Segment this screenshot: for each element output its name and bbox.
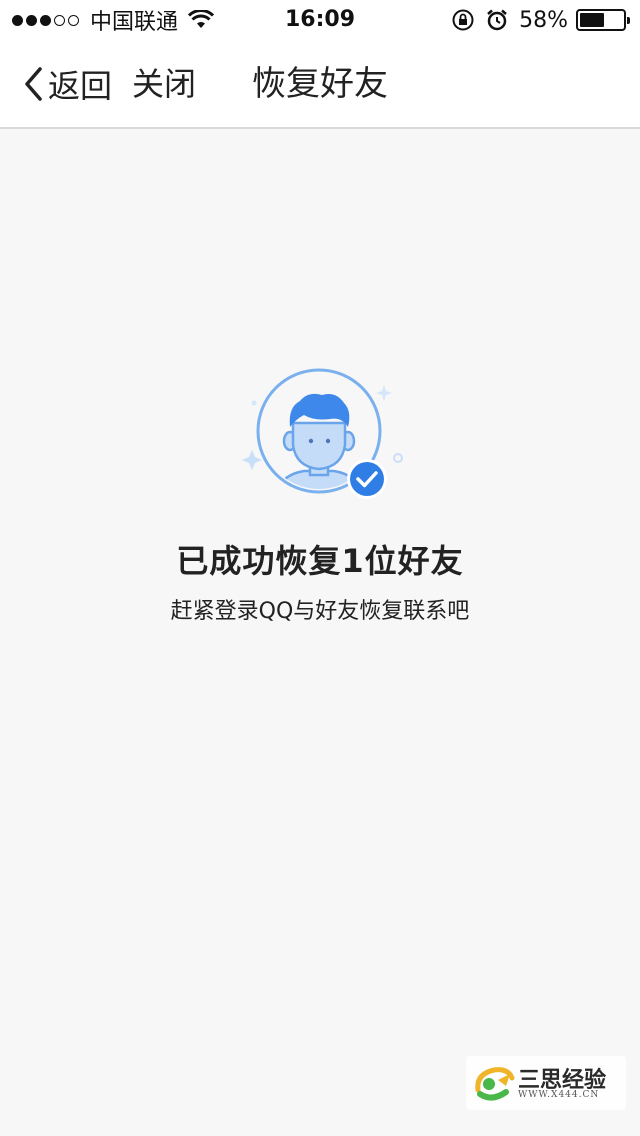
dot-icon — [393, 453, 403, 463]
back-button[interactable]: 返回 — [22, 64, 113, 105]
status-bar: 中国联通 16:09 58% — [0, 0, 640, 40]
nav-bar: 返回 关闭 恢复好友 — [0, 40, 640, 129]
watermark: 三思经验 WWW.X444.CN — [466, 1056, 626, 1110]
back-label: 返回 — [48, 67, 113, 105]
chevron-left-icon — [25, 67, 42, 101]
result-title: 已成功恢复1位好友 — [176, 542, 464, 580]
result-subtitle: 赶紧登录QQ与好友恢复联系吧 — [170, 599, 470, 624]
battery-percent: 58% — [519, 7, 568, 33]
sparkle-icon — [242, 450, 262, 470]
battery-icon — [576, 9, 630, 31]
dot-icon — [251, 400, 257, 406]
sparkle-icon — [376, 385, 392, 401]
watermark-logo-icon — [475, 1067, 515, 1101]
status-right: 58% — [451, 0, 630, 40]
page-title: 恢复好友 — [252, 64, 388, 104]
close-button[interactable]: 关闭 — [132, 64, 196, 104]
alarm-icon — [487, 9, 507, 31]
check-circle-icon — [350, 462, 384, 496]
battery-level — [580, 13, 605, 27]
watermark-url: WWW.X444.CN — [518, 1090, 600, 1100]
rotation-lock-icon — [452, 9, 474, 31]
user-restored-check-icon — [242, 368, 403, 499]
